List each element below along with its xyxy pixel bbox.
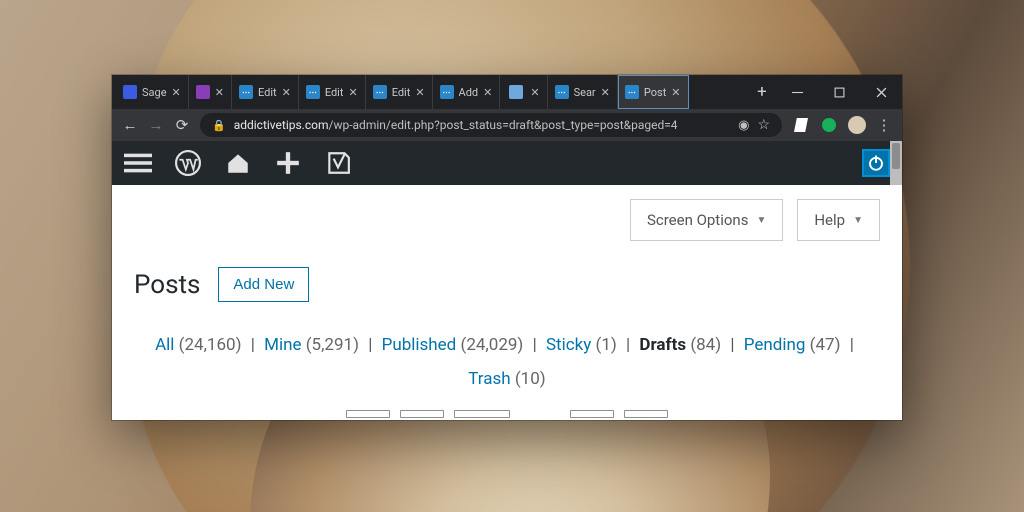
tab-favicon: ⋯ <box>373 85 387 99</box>
tab-favicon: ⋯ <box>625 85 639 99</box>
omnibox[interactable]: 🔒 addictivetips.com/wp-admin/edit.php?po… <box>200 113 782 137</box>
hamburger-menu-icon[interactable] <box>124 149 152 177</box>
browser-tab[interactable]: ⋯ Edit ✕ <box>232 75 299 109</box>
filter-all-count: (24,160) <box>179 335 242 355</box>
add-new-button[interactable]: Add New <box>218 267 309 302</box>
extension-grammarly-icon[interactable] <box>820 116 838 134</box>
browser-tab[interactable]: ✕ <box>189 75 232 109</box>
nav-back-button[interactable]: ← <box>122 116 138 134</box>
tab-close-icon[interactable]: ✕ <box>172 86 181 99</box>
wp-admin-bar <box>112 141 902 185</box>
browser-menu-button[interactable]: ⋮ <box>876 116 892 134</box>
new-content-icon[interactable] <box>274 150 302 176</box>
window-maximize-button[interactable] <box>818 75 860 109</box>
bookmark-star-icon[interactable]: ☆ <box>757 117 770 133</box>
address-bar: ← → ⟳ 🔒 addictivetips.com/wp-admin/edit.… <box>112 109 902 141</box>
tab-close-icon[interactable]: ✕ <box>282 86 291 99</box>
browser-tab[interactable]: ⋯ Sear ✕ <box>548 75 618 109</box>
control-stub[interactable] <box>400 410 444 418</box>
tab-favicon <box>196 85 210 99</box>
tab-close-icon[interactable]: ✕ <box>483 86 492 99</box>
tab-favicon <box>509 85 523 99</box>
tab-label: Edit <box>325 86 344 99</box>
tab-close-icon[interactable]: ✕ <box>530 86 539 99</box>
caret-down-icon: ▼ <box>756 215 766 226</box>
filter-published-count: (24,029) <box>461 335 524 355</box>
titlebar: Sage ✕ ✕ ⋯ Edit ✕ ⋯ Edit ✕ ⋯ Edit ✕ ⋯ Add ✕ ✕ ⋯ Sear ✕ ⋯ Pos… <box>112 75 902 109</box>
tab-close-icon[interactable]: ✕ <box>601 86 610 99</box>
filter-sticky-count: (1) <box>596 335 617 355</box>
filter-all[interactable]: All <box>155 335 174 355</box>
filter-mine-count: (5,291) <box>306 335 359 355</box>
filter-mine[interactable]: Mine <box>264 335 301 355</box>
wp-content: Screen Options▼ Help▼ Posts Add New All … <box>112 185 902 420</box>
lock-icon: 🔒 <box>212 119 226 132</box>
tab-close-icon[interactable]: ✕ <box>671 86 680 99</box>
filter-sticky[interactable]: Sticky <box>546 335 591 355</box>
tab-strip: Sage ✕ ✕ ⋯ Edit ✕ ⋯ Edit ✕ ⋯ Edit ✕ ⋯ Add ✕ ✕ ⋯ Sear ✕ ⋯ Pos… <box>112 75 748 109</box>
help-button[interactable]: Help▼ <box>797 199 880 241</box>
tab-label: Sage <box>142 86 167 99</box>
window-controls <box>776 75 902 109</box>
caret-down-icon: ▼ <box>853 215 863 226</box>
tab-favicon: ⋯ <box>239 85 253 99</box>
tab-label: Edit <box>258 86 277 99</box>
power-icon[interactable] <box>862 149 890 177</box>
post-status-filters: All (24,160) | Mine (5,291) | Published … <box>134 328 880 396</box>
tab-close-icon[interactable]: ✕ <box>348 86 357 99</box>
new-tab-button[interactable]: + <box>748 75 776 109</box>
yoast-seo-icon[interactable] <box>324 150 352 176</box>
tab-close-icon[interactable]: ✕ <box>215 86 224 99</box>
tab-favicon <box>123 85 137 99</box>
scrollbar[interactable] <box>890 141 902 185</box>
bulk-action-row <box>134 410 880 418</box>
nav-forward-button[interactable]: → <box>148 116 164 134</box>
tab-close-icon[interactable]: ✕ <box>415 86 424 99</box>
filter-pending-count: (47) <box>810 335 841 355</box>
page-title: Posts <box>134 270 200 300</box>
filter-pending[interactable]: Pending <box>744 335 806 355</box>
filter-trash[interactable]: Trash <box>468 369 510 389</box>
extension-tag-icon[interactable] <box>792 116 810 134</box>
tab-label: Post <box>644 86 666 99</box>
tab-favicon: ⋯ <box>306 85 320 99</box>
filter-drafts-count: (84) <box>690 335 721 355</box>
reader-icon[interactable]: ◉ <box>738 118 749 133</box>
browser-tab[interactable]: ✕ <box>500 75 547 109</box>
browser-window: Sage ✕ ✕ ⋯ Edit ✕ ⋯ Edit ✕ ⋯ Edit ✕ ⋯ Add ✕ ✕ ⋯ Sear ✕ ⋯ Pos… <box>112 75 902 420</box>
tab-label: Edit <box>392 86 411 99</box>
screen-options-button[interactable]: Screen Options▼ <box>630 199 783 241</box>
tab-favicon: ⋯ <box>440 85 454 99</box>
browser-tab[interactable]: Sage ✕ <box>116 75 189 109</box>
control-stub[interactable] <box>624 410 668 418</box>
tab-label: Sear <box>574 86 596 99</box>
home-icon[interactable] <box>224 150 252 176</box>
control-stub[interactable] <box>570 410 614 418</box>
nav-reload-button[interactable]: ⟳ <box>174 116 190 134</box>
control-stub[interactable] <box>346 410 390 418</box>
filter-trash-count: (10) <box>515 369 546 389</box>
browser-tab[interactable]: ⋯ Post ✕ <box>618 75 689 109</box>
tab-favicon: ⋯ <box>555 85 569 99</box>
wordpress-logo-icon[interactable] <box>174 150 202 176</box>
browser-tab[interactable]: ⋯ Add ✕ <box>433 75 501 109</box>
browser-tab[interactable]: ⋯ Edit ✕ <box>366 75 433 109</box>
url-text: addictivetips.com/wp-admin/edit.php?post… <box>234 118 730 132</box>
filter-published[interactable]: Published <box>382 335 457 355</box>
window-minimize-button[interactable] <box>776 75 818 109</box>
tab-label: Add <box>459 86 479 99</box>
window-close-button[interactable] <box>860 75 902 109</box>
profile-avatar[interactable] <box>848 116 866 134</box>
control-stub[interactable] <box>454 410 510 418</box>
browser-tab[interactable]: ⋯ Edit ✕ <box>299 75 366 109</box>
filter-drafts[interactable]: Drafts <box>639 335 686 355</box>
